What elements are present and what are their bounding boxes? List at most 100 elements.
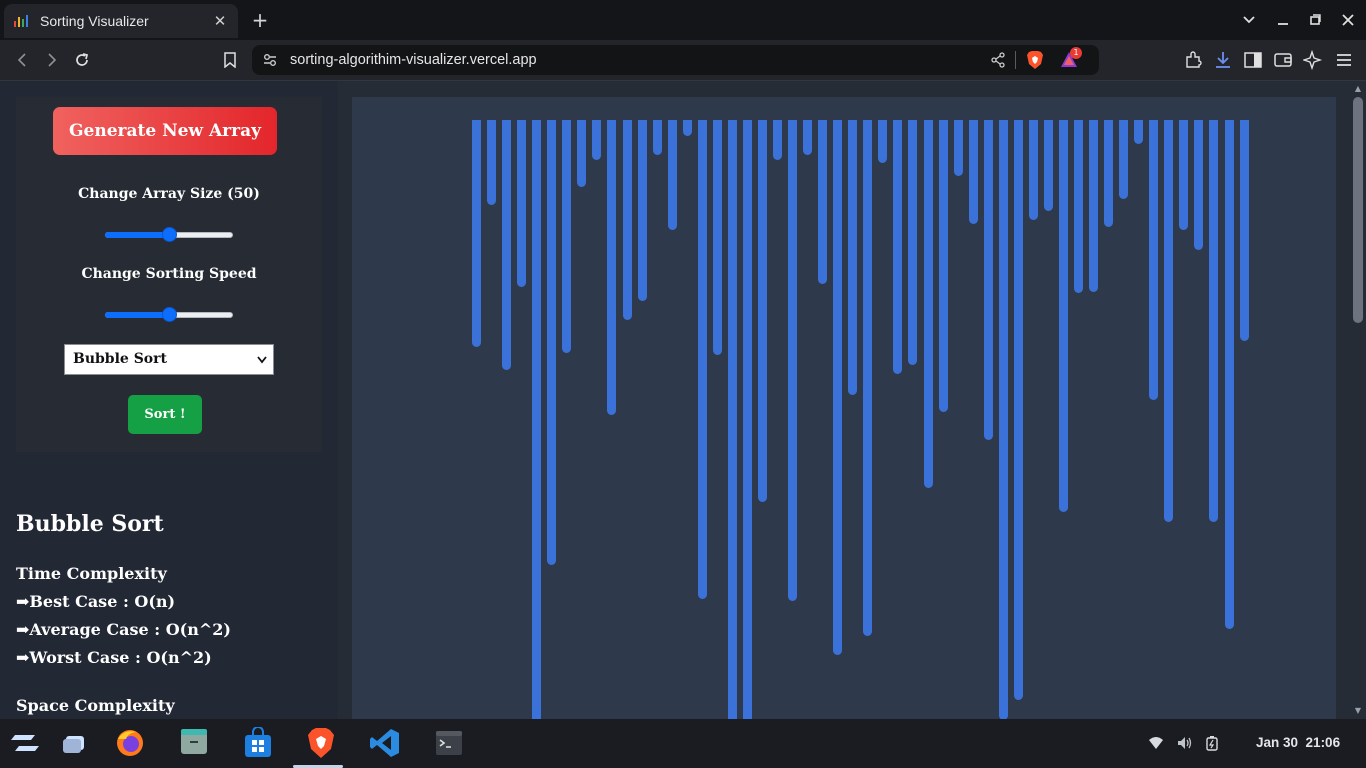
new-tab-button[interactable]: +: [250, 8, 270, 32]
array-bar: [1164, 120, 1174, 522]
algorithm-title: Bubble Sort: [16, 511, 164, 537]
reload-icon[interactable]: [70, 48, 94, 72]
wallet-icon[interactable]: [1273, 50, 1293, 70]
array-bar: [773, 120, 782, 160]
url-text[interactable]: sorting-algorithim-visualizer.vercel.app: [290, 52, 537, 68]
array-bar: [1028, 120, 1038, 220]
tab-title: Sorting Visualizer: [40, 13, 149, 29]
sidebar-toggle-icon[interactable]: [1243, 50, 1263, 70]
bookmark-icon[interactable]: [218, 48, 242, 72]
array-bar: [1224, 120, 1234, 629]
page-scrollbar[interactable]: ▲ ▼: [1350, 81, 1366, 719]
volume-icon[interactable]: [1176, 735, 1192, 751]
array-bar: [938, 120, 948, 412]
array-bar: [1089, 120, 1099, 292]
array-bar: [923, 120, 933, 488]
slider-thumb[interactable]: [162, 227, 177, 242]
leo-ai-icon[interactable]: [1303, 50, 1323, 70]
sort-button[interactable]: Sort !: [128, 395, 202, 434]
address-bar[interactable]: sorting-algorithim-visualizer.vercel.app…: [252, 45, 1099, 75]
array-bar: [1149, 120, 1159, 400]
control-panel: Generate New Array Change Array Size (50…: [16, 97, 322, 452]
array-bar: [818, 120, 828, 284]
array-bar: [682, 120, 692, 136]
array-bar: [487, 120, 497, 205]
array-bar: [833, 120, 843, 655]
array-bar: [848, 120, 858, 395]
download-icon[interactable]: [1213, 50, 1233, 70]
site-settings-icon[interactable]: [262, 52, 278, 68]
sorting-speed-label: Change Sorting Speed: [81, 266, 257, 282]
array-bar: [652, 120, 662, 155]
generate-new-array-button[interactable]: Generate New Array: [53, 107, 277, 155]
array-bar: [953, 120, 963, 176]
workspaces-icon[interactable]: [59, 727, 91, 759]
tab-strip: Sorting Visualizer ✕ +: [0, 0, 1366, 40]
best-case: ➡Best Case : O(n): [16, 592, 176, 611]
browser-toolbar: sorting-algorithim-visualizer.vercel.app…: [0, 40, 1366, 81]
slider-fill: [105, 232, 169, 238]
taskbar: Jan 30 21:06: [0, 719, 1366, 768]
clock-date: Jan 30: [1256, 735, 1299, 750]
forward-icon[interactable]: [40, 48, 64, 72]
page-viewport: Generate New Array Change Array Size (50…: [0, 81, 1366, 719]
worst-case: ➡Worst Case : O(n^2): [16, 648, 212, 667]
array-bar: [908, 120, 918, 365]
close-window-icon[interactable]: [1336, 8, 1360, 32]
share-icon[interactable]: [990, 52, 1006, 68]
array-bar: [592, 120, 602, 160]
array-bar: [637, 120, 647, 301]
minimize-icon[interactable]: [1271, 8, 1295, 32]
sidebar: Generate New Array Change Array Size (50…: [0, 81, 338, 719]
array-bar: [712, 120, 722, 355]
array-bar: [622, 120, 632, 320]
scroll-down-icon[interactable]: ▼: [1353, 706, 1363, 716]
array-bar: [472, 120, 481, 347]
firefox-icon[interactable]: [114, 727, 146, 759]
brave-browser-icon[interactable]: [305, 727, 337, 759]
browser-tab-active[interactable]: Sorting Visualizer ✕: [4, 4, 238, 38]
zorin-menu-icon[interactable]: [9, 727, 41, 759]
array-bar: [1058, 120, 1068, 512]
array-bar: [1179, 120, 1189, 230]
maximize-icon[interactable]: [1303, 8, 1327, 32]
tab-list-chevron-icon[interactable]: [1237, 8, 1261, 32]
clock[interactable]: Jan 30 21:06: [1256, 735, 1340, 750]
array-bar: [562, 120, 572, 353]
scroll-up-icon[interactable]: ▲: [1353, 84, 1363, 94]
menu-icon[interactable]: [1334, 50, 1354, 70]
back-icon[interactable]: [10, 48, 34, 72]
array-bar: [968, 120, 978, 224]
software-store-icon[interactable]: [242, 727, 274, 759]
array-bar: [1194, 120, 1204, 250]
chevron-down-icon: [257, 356, 267, 364]
array-size-slider[interactable]: [105, 227, 233, 243]
array-bar: [742, 120, 752, 719]
slider-thumb[interactable]: [162, 307, 177, 322]
sorting-speed-slider[interactable]: [105, 307, 233, 323]
brave-shields-icon[interactable]: [1026, 50, 1044, 70]
array-bar: [893, 120, 903, 374]
terminal-icon[interactable]: [433, 727, 465, 759]
array-bar: [667, 120, 677, 230]
array-bar: [1013, 120, 1023, 700]
array-bar: [547, 120, 557, 565]
array-bar: [803, 120, 813, 155]
slider-fill: [105, 312, 169, 318]
extensions-icon[interactable]: [1183, 50, 1203, 70]
scrollbar-thumb[interactable]: [1353, 97, 1363, 323]
array-visualizer: [352, 97, 1336, 719]
battery-icon[interactable]: [1204, 735, 1220, 751]
vscode-icon[interactable]: [369, 727, 401, 759]
array-bar: [1043, 120, 1053, 211]
algorithm-select[interactable]: Bubble Sort: [64, 344, 274, 375]
clock-time: 21:06: [1305, 735, 1341, 750]
average-case: ➡Average Case : O(n^2): [16, 620, 231, 639]
array-bar: [1134, 120, 1144, 144]
files-icon[interactable]: [178, 727, 210, 759]
tab-close-icon[interactable]: ✕: [212, 12, 228, 30]
array-bar: [1239, 120, 1249, 341]
array-bar: [983, 120, 993, 440]
wifi-icon[interactable]: [1148, 735, 1164, 751]
algorithm-select-value: Bubble Sort: [73, 351, 167, 367]
